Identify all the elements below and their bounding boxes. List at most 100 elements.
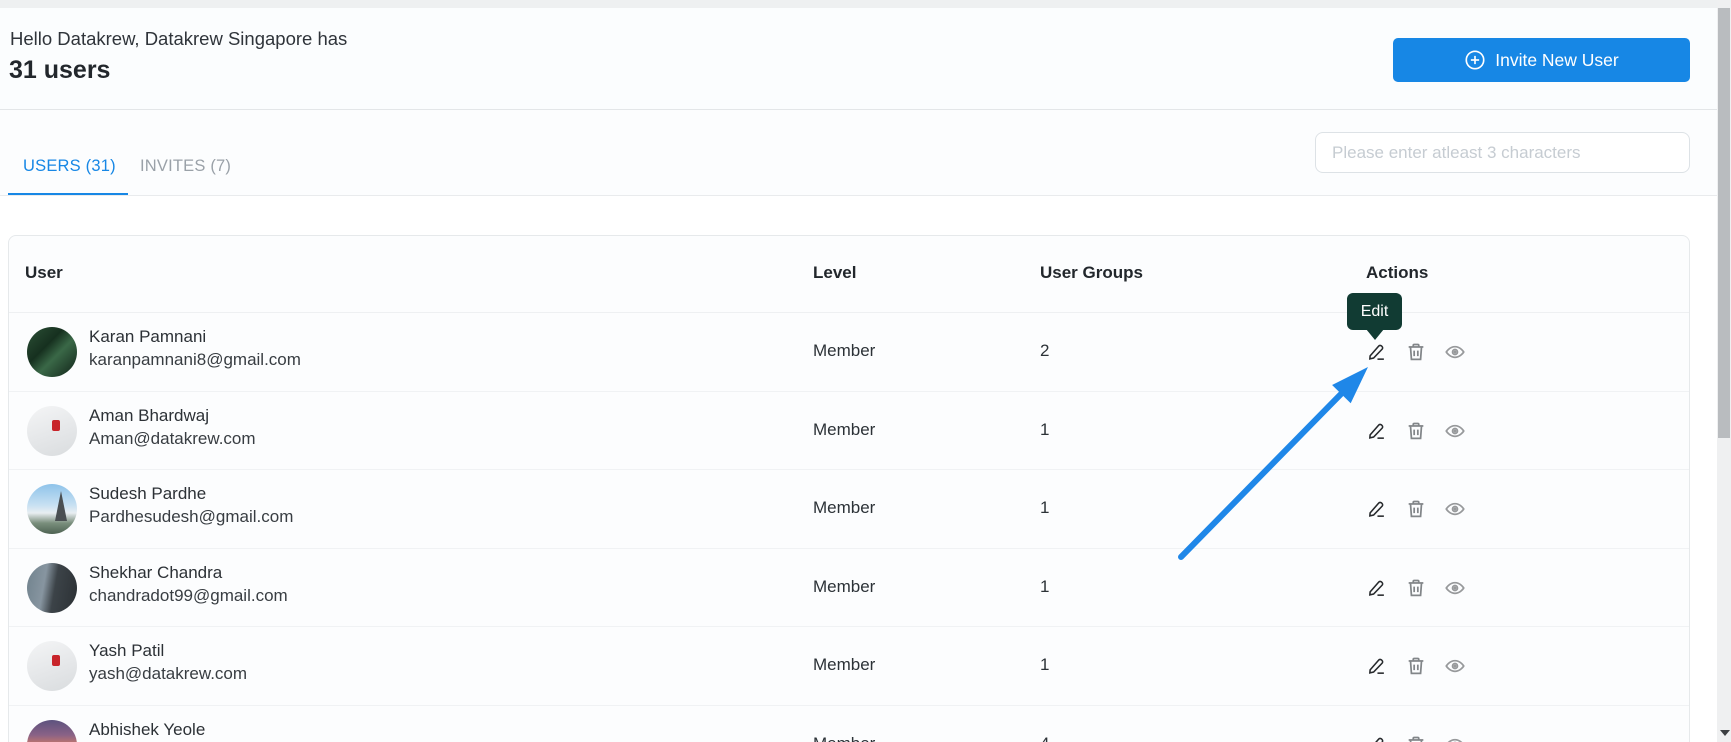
delete-trash-icon [1405,734,1427,742]
edit-button[interactable] [1366,341,1388,363]
search-input[interactable] [1315,132,1690,173]
user-groups-count: 2 [1040,341,1050,360]
user-email: yash@datakrew.com [89,664,248,683]
column-header-level: Level [813,263,857,282]
table-header-row: User Level User Groups Actions [9,236,1689,313]
delete-button[interactable] [1405,734,1427,742]
edit-pencil-icon [1366,734,1388,742]
vertical-scrollbar[interactable] [1717,0,1731,742]
user-level: Member [813,655,876,674]
user-level: Member [813,341,876,360]
tab-users[interactable]: USERS (31) [23,157,116,176]
delete-button[interactable] [1405,498,1427,520]
user-avatar [27,405,77,456]
user-level: Member [813,419,876,439]
table-body: Karan Pamnani karanpamnani8@gmail.com Me… [9,313,1689,742]
delete-trash-icon [1405,577,1427,599]
edit-tooltip: Edit [1347,293,1402,330]
edit-pencil-icon [1366,498,1388,520]
delete-button[interactable] [1405,577,1427,599]
tab-invites[interactable]: INVITES (7) [140,157,231,176]
edit-button[interactable] [1366,655,1388,677]
view-eye-icon [1444,341,1466,363]
edit-tooltip-label: Edit [1360,302,1389,320]
table-row: Sudesh Pardhe Pardhesudesh@gmail.com Mem… [9,470,1689,549]
view-eye-icon [1444,498,1466,520]
user-name: Shekhar Chandra [89,562,223,582]
tabs-section: USERS (31) INVITES (7) [0,110,1717,196]
user-management-page: Hello Datakrew, Datakrew Singapore has 3… [0,0,1731,742]
user-email: Pardhesudesh@gmail.com [89,507,294,526]
user-name: Karan Pamnani [89,327,207,346]
user-count-text: 31 users [9,56,111,84]
view-button[interactable] [1444,341,1466,363]
delete-button[interactable] [1405,420,1427,442]
user-name: Abhishek Yeole [89,719,206,739]
delete-trash-icon [1405,420,1427,442]
users-table: User Level User Groups Actions Karan Pam… [8,235,1690,742]
user-groups-count: 1 [1040,655,1050,674]
user-groups-count: 1 [1040,419,1050,439]
edit-button[interactable] [1366,734,1388,742]
table-row: Abhishek Yeole Member 4 [9,706,1689,742]
edit-pencil-icon [1366,655,1388,677]
table-row: Aman Bhardwaj Aman@datakrew.com Member 1 [9,392,1689,470]
user-level: Member [813,576,876,596]
delete-trash-icon [1405,655,1427,677]
greeting-text: Hello Datakrew, Datakrew Singapore has [10,28,348,49]
scrollbar-down-arrow-icon[interactable] [1720,730,1730,736]
table-row: Karan Pamnani karanpamnani8@gmail.com Me… [9,313,1689,392]
table-row: Yash Patil yash@datakrew.com Member 1 [9,627,1689,706]
user-avatar [27,484,77,534]
column-header-user: User [25,263,63,282]
user-avatar [27,562,77,613]
row-actions [1366,420,1466,442]
edit-button[interactable] [1366,420,1388,442]
invite-button-label: Invite New User [1495,49,1619,70]
user-name: Yash Patil [89,641,165,660]
row-actions [1366,341,1466,363]
user-level: Member [813,734,875,742]
edit-tooltip-tail [1366,329,1384,340]
table-row: Shekhar Chandra chandradot99@gmail.com M… [9,549,1689,627]
view-button[interactable] [1444,498,1466,520]
user-name: Aman Bhardwaj [89,405,210,425]
view-button[interactable] [1444,655,1466,677]
row-actions [1366,577,1466,599]
view-eye-icon [1444,420,1466,442]
delete-trash-icon [1405,341,1427,363]
delete-trash-icon [1405,498,1427,520]
delete-button[interactable] [1405,341,1427,363]
edit-pencil-icon [1366,341,1388,363]
user-groups-count: 4 [1040,734,1049,742]
delete-button[interactable] [1405,655,1427,677]
column-header-user-groups: User Groups [1040,263,1143,282]
plus-circle-icon [1464,49,1486,71]
view-button[interactable] [1444,577,1466,599]
invite-new-user-button[interactable]: Invite New User [1393,38,1690,82]
edit-pencil-icon [1366,420,1388,442]
top-strip [0,0,1731,8]
user-level: Member [813,498,876,517]
view-eye-icon [1444,734,1466,742]
edit-pencil-icon [1366,577,1388,599]
view-eye-icon [1444,655,1466,677]
scrollbar-thumb[interactable] [1718,8,1730,438]
user-avatar [27,327,77,377]
edit-button[interactable] [1366,498,1388,520]
user-email: karanpamnani8@gmail.com [89,350,301,369]
user-email: chandradot99@gmail.com [89,585,288,605]
row-actions [1366,734,1466,742]
user-avatar [27,719,77,742]
user-groups-count: 1 [1040,576,1050,596]
user-groups-count: 1 [1040,498,1050,517]
edit-button[interactable] [1366,577,1388,599]
row-actions [1366,655,1466,677]
view-button[interactable] [1444,734,1466,742]
view-button[interactable] [1444,420,1466,442]
user-email: Aman@datakrew.com [89,428,256,448]
user-avatar [27,641,77,691]
row-actions [1366,498,1466,520]
column-header-actions: Actions [1366,263,1429,282]
tabs-divider [0,195,1717,196]
